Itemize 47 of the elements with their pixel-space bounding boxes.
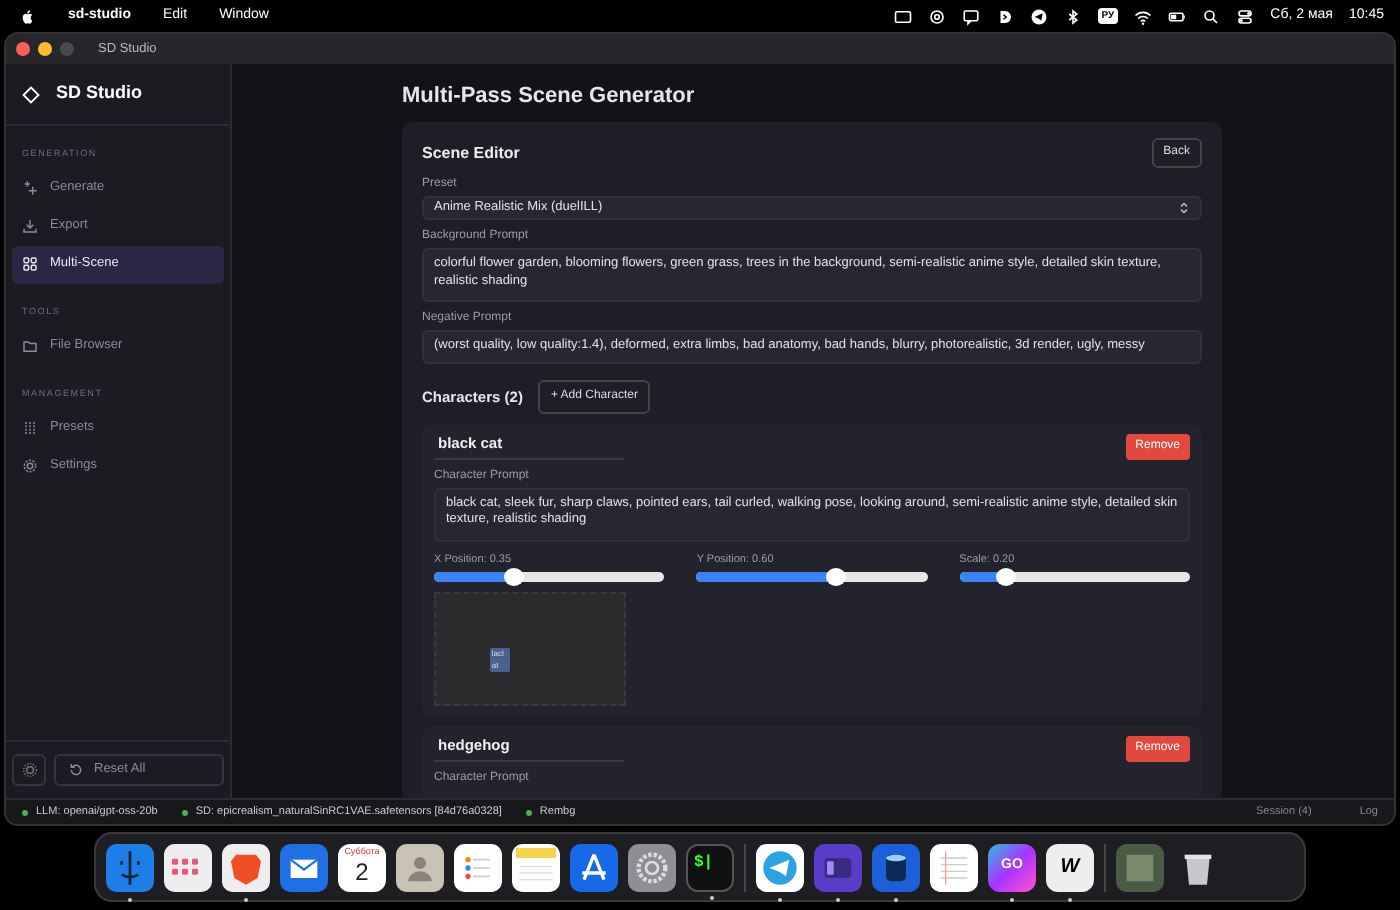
envelope-icon[interactable] [280, 843, 328, 891]
notepad-icon[interactable] [512, 843, 560, 891]
diamond-icon [22, 85, 40, 103]
sun-icon [21, 762, 37, 778]
search-icon[interactable] [1202, 7, 1221, 25]
slider-track[interactable] [959, 571, 1190, 582]
close-button[interactable] [16, 42, 30, 56]
download-icon [22, 218, 38, 235]
theme-button[interactable] [12, 754, 46, 786]
photo-stack-icon[interactable] [1116, 843, 1164, 891]
status-dot [181, 809, 188, 815]
letter-a-icon[interactable] [570, 843, 618, 891]
slider-thumb[interactable] [504, 567, 525, 586]
list-icon[interactable] [454, 843, 502, 891]
control-center-icon[interactable] [1236, 7, 1255, 25]
sparkle-icon [22, 180, 38, 197]
message-icon[interactable] [961, 7, 980, 25]
grid-icon [22, 256, 38, 273]
paper-plane-icon[interactable] [1029, 7, 1048, 25]
status-dot [525, 809, 532, 815]
window-icon[interactable] [814, 843, 862, 891]
lion-head-icon[interactable] [222, 843, 270, 891]
status-dot [22, 809, 28, 815]
person-icon[interactable] [396, 843, 444, 891]
card-title: Scene Editor [422, 141, 520, 165]
settings-icon [22, 457, 38, 474]
slider-thumb[interactable] [825, 567, 846, 586]
paper-plane-icon[interactable] [756, 843, 804, 891]
grid-icon[interactable] [164, 843, 212, 891]
gear-icon[interactable] [628, 843, 676, 891]
app-logo-text: SD Studio [56, 80, 142, 107]
calendar-day: 2 [355, 857, 369, 885]
display-icon[interactable] [893, 7, 912, 25]
apple-logo-icon [20, 7, 36, 25]
slider-thumb[interactable] [995, 567, 1016, 586]
slider-track[interactable] [696, 571, 928, 582]
reset-icon [68, 762, 84, 778]
minimize-button[interactable] [38, 42, 52, 56]
battery-icon[interactable] [1168, 7, 1187, 25]
bluetooth-icon[interactable] [1063, 7, 1082, 25]
page-title: Multi-Pass Scene Generator [402, 84, 697, 110]
document-icon[interactable] [930, 843, 978, 891]
jar-icon[interactable] [872, 843, 920, 891]
chevron-updown-icon [1178, 202, 1190, 215]
wifi-icon[interactable] [1134, 7, 1153, 25]
folder-icon [22, 338, 38, 354]
slider-track[interactable] [434, 571, 665, 582]
